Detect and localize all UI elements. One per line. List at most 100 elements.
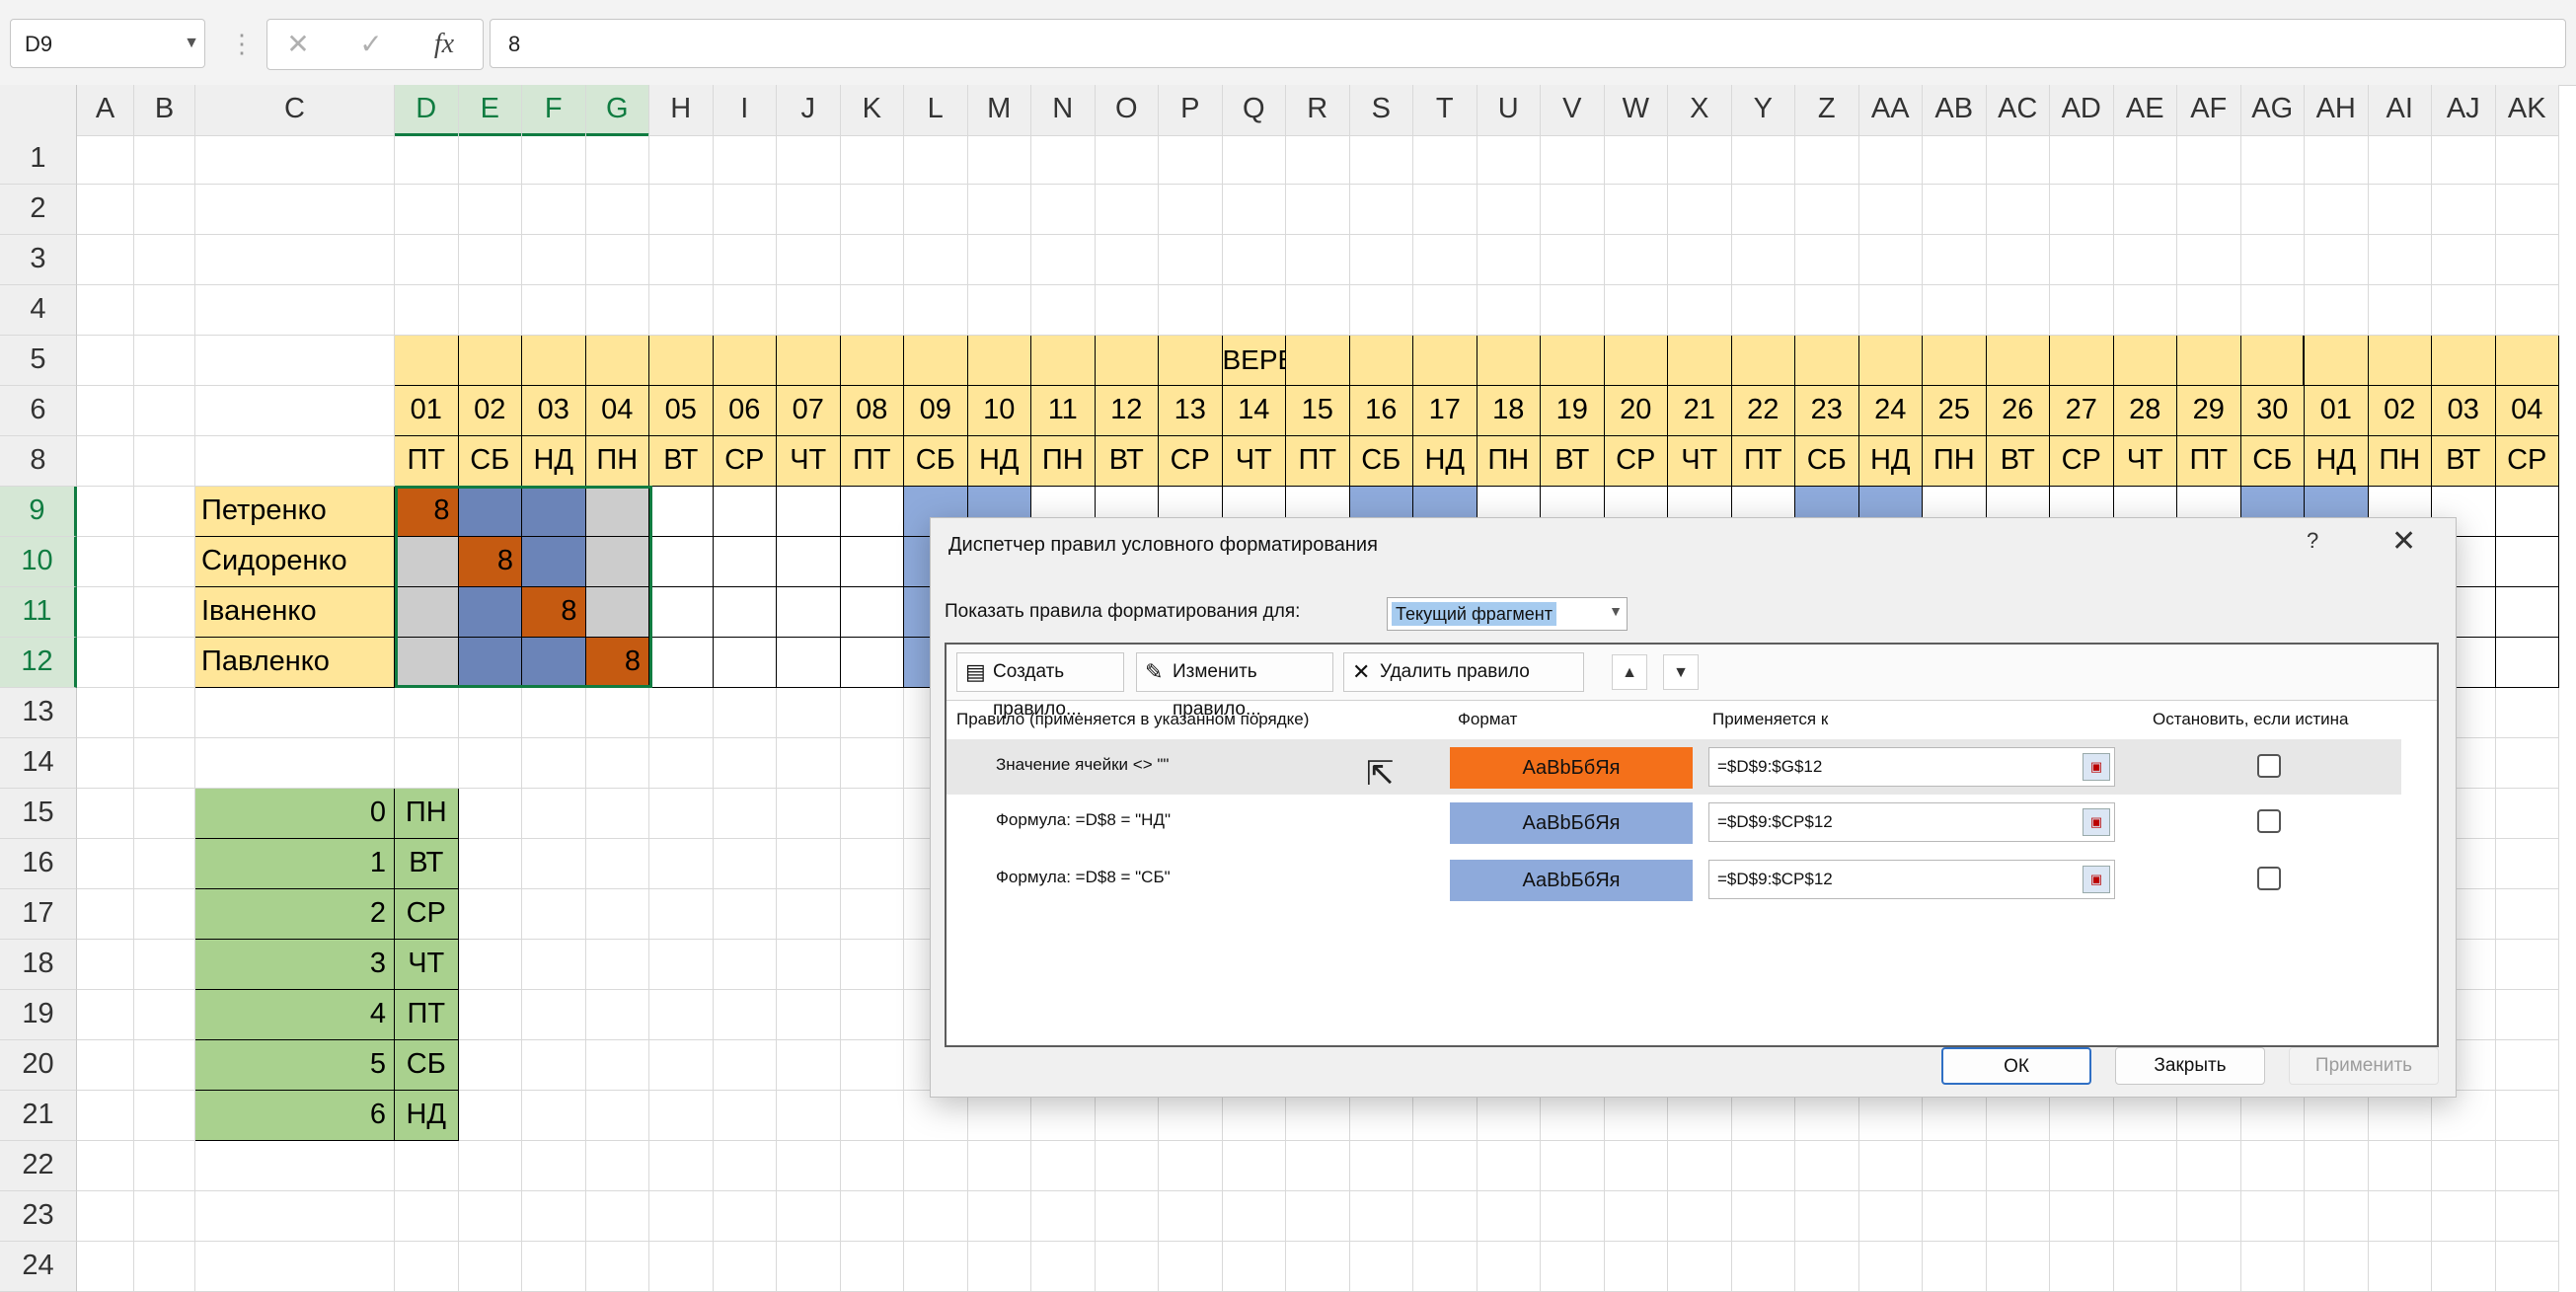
column-header[interactable]: M — [967, 85, 1031, 136]
cell[interactable] — [1858, 285, 1923, 336]
cell[interactable] — [77, 990, 134, 1040]
weekday-cell[interactable]: ВТ — [649, 436, 714, 487]
month-header[interactable]: ВЕРЕСЕНЬ — [1222, 336, 1286, 386]
date-cell[interactable]: 06 — [713, 386, 777, 436]
date-cell[interactable]: 17 — [1413, 386, 1477, 436]
cell[interactable] — [1413, 285, 1477, 336]
cell[interactable] — [649, 235, 714, 285]
cell[interactable] — [2050, 185, 2114, 235]
cell[interactable] — [967, 1141, 1031, 1191]
cell[interactable] — [2177, 1091, 2241, 1141]
row-header[interactable]: 4 — [0, 285, 77, 336]
cell[interactable] — [585, 940, 649, 990]
cell[interactable] — [1541, 134, 1605, 185]
cell[interactable] — [2177, 1242, 2241, 1292]
cell[interactable] — [967, 134, 1031, 185]
rule-row[interactable]: Формула: =D$8 = "НД" АаBbБбЯя =$D$9:$CP$… — [947, 795, 2401, 850]
cell[interactable] — [1222, 285, 1286, 336]
cell[interactable] — [777, 185, 841, 235]
cell[interactable] — [2240, 1141, 2305, 1191]
cell[interactable] — [1159, 285, 1223, 336]
cell[interactable] — [458, 789, 522, 839]
cell[interactable] — [713, 1191, 777, 1242]
cell[interactable] — [585, 839, 649, 889]
cell[interactable] — [2495, 1141, 2559, 1191]
weekday-cell[interactable]: СБ — [1349, 436, 1413, 487]
cell[interactable] — [522, 537, 586, 587]
ok-button[interactable]: ОК — [1941, 1047, 2091, 1085]
cell[interactable] — [2240, 1242, 2305, 1292]
hours-cell[interactable]: 8 — [522, 587, 586, 638]
cell[interactable] — [777, 889, 841, 940]
cell[interactable] — [585, 235, 649, 285]
lookup-number[interactable]: 2 — [195, 889, 395, 940]
weekday-cell[interactable]: ПН — [1923, 436, 1987, 487]
cell[interactable] — [840, 134, 904, 185]
cell[interactable] — [840, 889, 904, 940]
move-down-icon[interactable]: ▼ — [1663, 654, 1699, 690]
cell[interactable] — [458, 285, 522, 336]
row-header[interactable]: 19 — [0, 990, 77, 1040]
cell[interactable] — [649, 537, 714, 587]
date-cell[interactable]: 01 — [395, 386, 459, 436]
cell[interactable] — [134, 889, 195, 940]
cell[interactable] — [2177, 235, 2241, 285]
cell[interactable] — [134, 336, 195, 386]
cell[interactable] — [1731, 235, 1795, 285]
weekday-cell[interactable]: ПТ — [1286, 436, 1350, 487]
cell[interactable] — [649, 789, 714, 839]
weekday-cell[interactable]: ПН — [1031, 436, 1096, 487]
cell[interactable] — [458, 738, 522, 789]
cell[interactable] — [1286, 1191, 1350, 1242]
cell[interactable] — [2240, 285, 2305, 336]
cell[interactable] — [1923, 235, 1987, 285]
cell[interactable] — [458, 1141, 522, 1191]
cell[interactable] — [1986, 1141, 2050, 1191]
cell[interactable] — [134, 487, 195, 537]
help-icon[interactable]: ? — [2307, 528, 2318, 554]
cell[interactable] — [395, 235, 459, 285]
cell[interactable] — [967, 235, 1031, 285]
date-cell[interactable]: 19 — [1541, 386, 1605, 436]
cell[interactable] — [840, 285, 904, 336]
date-cell[interactable]: 05 — [649, 386, 714, 436]
cell[interactable] — [458, 889, 522, 940]
cell[interactable] — [1095, 235, 1159, 285]
cell[interactable] — [77, 587, 134, 638]
cell[interactable] — [1858, 1191, 1923, 1242]
cell[interactable] — [1477, 1242, 1541, 1292]
cell[interactable] — [195, 235, 395, 285]
cell[interactable] — [1095, 134, 1159, 185]
cell[interactable] — [1604, 1091, 1668, 1141]
cell[interactable] — [134, 134, 195, 185]
date-cell[interactable]: 30 — [2240, 386, 2305, 436]
cell[interactable] — [1986, 1242, 2050, 1292]
cell[interactable] — [77, 134, 134, 185]
row-header[interactable]: 5 — [0, 336, 77, 386]
cell[interactable] — [77, 738, 134, 789]
cell[interactable] — [458, 487, 522, 537]
cell[interactable] — [1858, 336, 1923, 386]
cell[interactable] — [1731, 134, 1795, 185]
cell[interactable] — [134, 940, 195, 990]
cell[interactable] — [777, 789, 841, 839]
weekday-cell[interactable]: ВТ — [1986, 436, 2050, 487]
row-header[interactable]: 1 — [0, 134, 77, 185]
cell[interactable] — [777, 638, 841, 688]
cell[interactable] — [1286, 285, 1350, 336]
weekday-cell[interactable]: ЧТ — [1668, 436, 1732, 487]
cell[interactable] — [1477, 1141, 1541, 1191]
cell[interactable] — [77, 1242, 134, 1292]
column-header[interactable]: O — [1095, 85, 1159, 136]
weekday-cell[interactable]: ВТ — [2432, 436, 2496, 487]
cell[interactable] — [713, 940, 777, 990]
cell[interactable] — [1986, 185, 2050, 235]
cell[interactable] — [2495, 789, 2559, 839]
cell[interactable] — [713, 185, 777, 235]
cell[interactable] — [2113, 1141, 2177, 1191]
cell[interactable] — [2240, 235, 2305, 285]
cell[interactable] — [777, 134, 841, 185]
cell[interactable] — [458, 587, 522, 638]
cell[interactable] — [77, 537, 134, 587]
cell[interactable] — [77, 235, 134, 285]
